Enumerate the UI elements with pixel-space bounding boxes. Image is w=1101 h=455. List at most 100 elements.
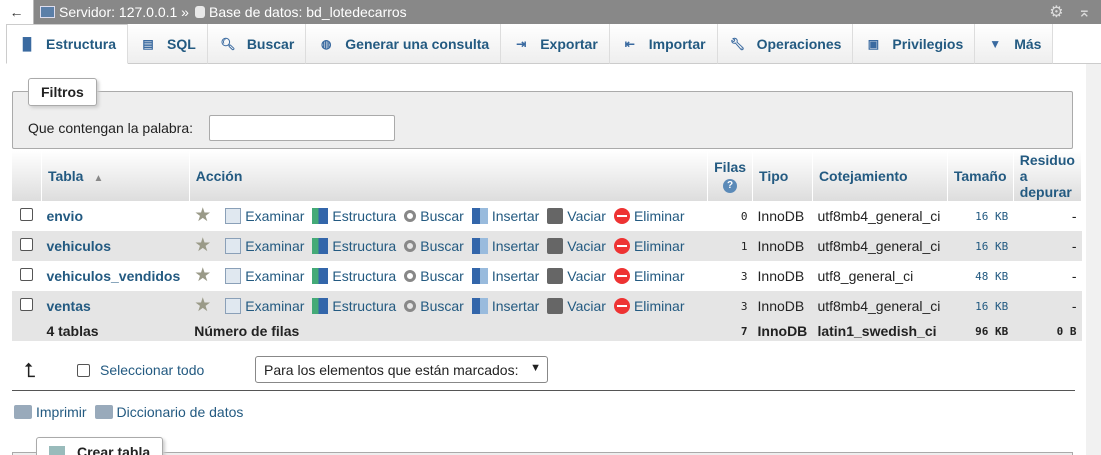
structure-action[interactable]: Estructura <box>312 208 396 224</box>
drop-action[interactable]: Eliminar <box>613 298 685 314</box>
vertical-scrollbar[interactable] <box>1086 64 1101 455</box>
table-size[interactable]: 16 KB <box>947 201 1014 231</box>
table-count: 4 tablas <box>41 321 190 341</box>
print-link[interactable]: Imprimir <box>14 404 87 420</box>
favorite-star-icon[interactable]: ★ <box>194 236 211 255</box>
row-count: 1 <box>707 231 753 261</box>
empty-action[interactable]: Vaciar <box>547 208 606 224</box>
header-cotejamiento[interactable]: Cotejamiento <box>812 151 948 201</box>
structure-action[interactable]: Estructura <box>312 268 396 284</box>
collation: utf8mb4_general_ci <box>812 291 948 321</box>
favorite-star-icon[interactable]: ★ <box>194 296 211 315</box>
header-tabla[interactable]: Tabla ▲ <box>41 151 190 201</box>
insert-action[interactable]: Insertar <box>471 208 539 224</box>
table-row: ventas ★ Examinar Estructura Buscar Inse… <box>12 291 1082 321</box>
select-all[interactable]: Seleccionar todo <box>77 362 204 378</box>
bulk-action-select[interactable]: Para los elementos que están marcados: ▼ <box>255 356 548 383</box>
tab-label: Privilegios <box>892 35 964 52</box>
search-action[interactable]: Buscar <box>404 238 464 254</box>
header-tamano[interactable]: Tamaño <box>947 151 1014 201</box>
tab-importar[interactable]: ⇤ Importar <box>609 24 718 64</box>
table-size[interactable]: 16 KB <box>947 291 1014 321</box>
create-table-legend[interactable]: Crear tabla <box>36 437 164 455</box>
table-name-link[interactable]: ventas <box>41 291 190 321</box>
table-name-link[interactable]: vehiculos_vendidos <box>41 261 190 291</box>
tab-mas[interactable]: ▼ Más <box>975 24 1054 64</box>
search-icon <box>404 240 417 252</box>
row-count: 3 <box>707 291 753 321</box>
tab-label: SQL <box>167 35 196 52</box>
browse-action[interactable]: Examinar <box>225 238 304 254</box>
header-filas[interactable]: Filas? <box>707 151 754 201</box>
insert-action[interactable]: Insertar <box>471 238 539 254</box>
search-action[interactable]: Buscar <box>404 298 464 314</box>
row-checkbox[interactable] <box>20 238 34 251</box>
empty-action[interactable]: Vaciar <box>547 268 606 284</box>
header-tipo[interactable]: Tipo <box>752 151 813 201</box>
browse-action[interactable]: Examinar <box>225 298 304 314</box>
privileges-icon: ▣ <box>867 36 880 51</box>
tab-buscar[interactable]: 🔍︎ Buscar <box>207 24 307 64</box>
tab-label: Generar una consulta <box>345 35 490 52</box>
tab-estructura[interactable]: ▐▌ Estructura <box>6 24 129 64</box>
server-icon <box>40 6 55 18</box>
database-tabs: ▐▌ Estructura ▤ SQL 🔍︎ Buscar ◍ Generar una … <box>0 24 1101 64</box>
empty-action[interactable]: Vaciar <box>547 298 606 314</box>
wrench-icon: 🔧︎ <box>729 36 746 51</box>
insert-action[interactable]: Insertar <box>471 298 539 314</box>
header-residuo[interactable]: Residuo a depurar <box>1013 151 1083 201</box>
sql-icon: ▤ <box>142 36 154 51</box>
table-name-link[interactable]: vehiculos <box>41 231 190 261</box>
drop-action[interactable]: Eliminar <box>613 268 685 284</box>
breadcrumb-server[interactable]: Servidor: 127.0.0.1 » <box>59 4 189 20</box>
search-action[interactable]: Buscar <box>404 208 464 224</box>
browse-icon <box>225 238 242 254</box>
export-icon: ⇥ <box>516 36 527 51</box>
data-dictionary-link[interactable]: Diccionario de datos <box>94 404 243 420</box>
empty-icon <box>547 268 564 284</box>
row-checkbox[interactable] <box>20 208 34 221</box>
tab-operaciones[interactable]: 🔧︎ Operaciones <box>717 24 854 64</box>
browse-action[interactable]: Examinar <box>225 208 304 224</box>
table-size[interactable]: 48 KB <box>947 261 1014 291</box>
tab-generar-consulta[interactable]: ◍ Generar una consulta <box>306 24 502 64</box>
filters-legend[interactable]: Filtros <box>28 78 97 106</box>
browse-action[interactable]: Examinar <box>225 268 304 284</box>
breadcrumb: Servidor: 127.0.0.1 » Base de datos: bd_… <box>40 4 407 20</box>
drop-action[interactable]: Eliminar <box>613 208 685 224</box>
total-rows: 7 <box>707 321 753 341</box>
row-checkbox[interactable] <box>20 298 34 311</box>
back-arrow-button[interactable]: ← <box>0 0 34 24</box>
search-action[interactable]: Buscar <box>404 268 464 284</box>
table-name-link[interactable]: envio <box>41 201 190 231</box>
table-row: vehiculos_vendidos ★ Examinar Estructura… <box>12 261 1082 291</box>
favorite-star-icon[interactable]: ★ <box>194 206 211 225</box>
divider <box>12 390 1075 391</box>
table-row: envio ★ Examinar Estructura Buscar Inser… <box>12 201 1082 231</box>
query-icon: ◍ <box>321 36 332 51</box>
delete-icon <box>613 298 630 314</box>
table-size[interactable]: 16 KB <box>947 231 1014 261</box>
empty-action[interactable]: Vaciar <box>547 238 606 254</box>
structure-icon <box>312 208 329 224</box>
search-icon: 🔍︎ <box>220 36 236 51</box>
drop-action[interactable]: Eliminar <box>613 238 685 254</box>
gear-icon[interactable]: ⚙ <box>1049 2 1063 22</box>
row-checkbox[interactable] <box>20 268 34 281</box>
filter-input[interactable] <box>209 115 395 141</box>
tab-exportar[interactable]: ⇥ Exportar <box>501 24 610 64</box>
footer-links: Imprimir Diccionario de datos <box>14 404 243 420</box>
insert-icon <box>471 238 488 254</box>
select-all-checkbox[interactable] <box>77 363 90 377</box>
tab-sql[interactable]: ▤ SQL <box>128 24 208 64</box>
select-all-label[interactable]: Seleccionar todo <box>100 362 204 378</box>
collapse-up-icon[interactable]: ⌅ <box>1078 2 1091 22</box>
help-icon[interactable]: ? <box>723 179 738 193</box>
structure-action[interactable]: Estructura <box>312 298 396 314</box>
insert-action[interactable]: Insertar <box>471 268 539 284</box>
favorite-star-icon[interactable]: ★ <box>194 266 211 285</box>
breadcrumb-database[interactable]: Base de datos: bd_lotedecarros <box>209 4 407 20</box>
structure-action[interactable]: Estructura <box>312 238 396 254</box>
header-accion: Acción <box>189 151 709 201</box>
tab-privilegios[interactable]: ▣ Privilegios <box>853 24 976 64</box>
